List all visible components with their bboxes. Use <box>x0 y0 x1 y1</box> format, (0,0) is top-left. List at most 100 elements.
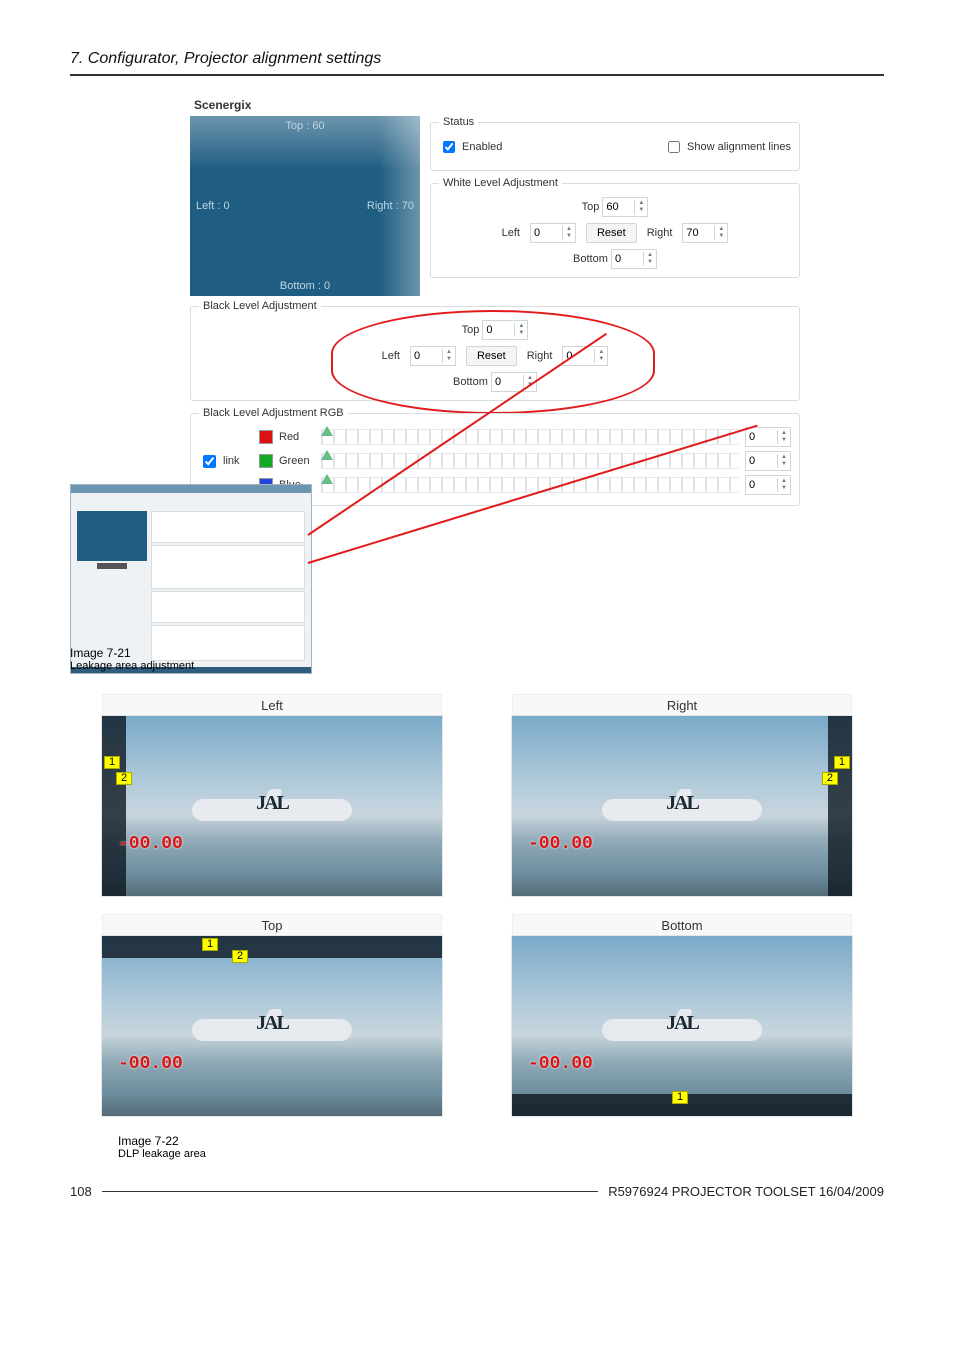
spinner-updown-icon[interactable]: ▲▼ <box>442 349 455 363</box>
black-left-label: Left <box>382 350 400 362</box>
figure-7-21-text: Leakage area adjustment <box>70 660 194 672</box>
blue-value-spinner[interactable]: ▲▼ <box>745 475 791 495</box>
spinner-updown-icon[interactable]: ▲▼ <box>643 252 656 266</box>
leakage-right-image: 1 2 JAL -00.00 <box>512 716 852 896</box>
black-level-rgb-legend: Black Level Adjustment RGB <box>199 407 348 419</box>
leakage-bottom-title: Bottom <box>512 914 852 936</box>
white-top-spinner[interactable]: ▲▼ <box>602 197 648 217</box>
black-top-label: Top <box>462 324 480 336</box>
link-checkbox-label: link <box>223 455 240 467</box>
figure-7-21: Scenergix Top : 60 Left : 0 Right : 70 B… <box>70 94 884 674</box>
marker-1: 1 <box>672 1091 688 1104</box>
blue-value-input[interactable] <box>746 477 777 493</box>
enabled-checkbox[interactable]: Enabled <box>439 138 502 156</box>
green-value-spinner[interactable]: ▲▼ <box>745 451 791 471</box>
marker-1: 1 <box>104 756 120 769</box>
marker-1: 1 <box>834 756 850 769</box>
white-bottom-input[interactable] <box>612 251 643 267</box>
logo-text: JAL <box>666 1012 698 1035</box>
link-checkbox[interactable]: link <box>199 452 253 471</box>
red-value-input[interactable] <box>746 429 777 445</box>
spinner-updown-icon[interactable]: ▲▼ <box>777 430 790 444</box>
leakage-top-image: 1 2 JAL -00.00 <box>102 936 442 1116</box>
black-bottom-spinner[interactable]: ▲▼ <box>491 372 537 392</box>
logo-text: JAL <box>666 792 698 815</box>
spinner-updown-icon[interactable]: ▲▼ <box>562 226 575 240</box>
time-text: -00.00 <box>528 834 593 854</box>
white-right-spinner[interactable]: ▲▼ <box>682 223 728 243</box>
red-label: Red <box>279 431 315 443</box>
white-top-input[interactable] <box>603 199 634 215</box>
green-value-input[interactable] <box>746 453 777 469</box>
status-fieldset: Status Enabled Show alignment lines <box>430 116 800 171</box>
scenergix-panel: Scenergix Top : 60 Left : 0 Right : 70 B… <box>190 94 800 512</box>
black-bottom-input[interactable] <box>492 374 523 390</box>
white-left-spinner[interactable]: ▲▼ <box>530 223 576 243</box>
scenergix-title: Scenergix <box>190 94 800 116</box>
white-top-label: Top <box>582 201 600 213</box>
white-level-legend: White Level Adjustment <box>439 177 562 189</box>
leakage-bottom-cell: Bottom 1 JAL -00.00 <box>512 914 852 1116</box>
black-left-spinner[interactable]: ▲▼ <box>410 346 456 366</box>
time-text: -00.00 <box>118 1054 183 1074</box>
scenergix-preview: Top : 60 Left : 0 Right : 70 Bottom : 0 <box>190 116 420 296</box>
white-left-label: Left <box>502 227 520 239</box>
mini-monitor-icon <box>77 511 147 561</box>
leakage-left-cell: Left 1 2 JAL -00.00 <box>102 694 442 896</box>
white-bottom-label: Bottom <box>573 253 608 265</box>
figure-7-22: Left 1 2 JAL -00.00 Right 1 2 JAL <box>70 694 884 1116</box>
leakage-bottom-image: 1 JAL -00.00 <box>512 936 852 1116</box>
spinner-updown-icon[interactable]: ▲▼ <box>777 454 790 468</box>
leakage-top-cell: Top 1 2 JAL -00.00 <box>102 914 442 1116</box>
red-value-spinner[interactable]: ▲▼ <box>745 427 791 447</box>
marker-2: 2 <box>822 772 838 785</box>
show-lines-checkbox[interactable]: Show alignment lines <box>664 138 791 156</box>
preview-top-label: Top : 60 <box>285 120 324 132</box>
green-label: Green <box>279 455 315 467</box>
figure-7-21-caption: Image 7-21 Leakage area adjustment <box>70 646 194 672</box>
spinner-updown-icon[interactable]: ▲▼ <box>594 349 607 363</box>
logo-text: JAL <box>256 792 288 815</box>
doc-id: R5976924 PROJECTOR TOOLSET 16/04/2009 <box>608 1184 884 1199</box>
spinner-updown-icon[interactable]: ▲▼ <box>514 323 527 337</box>
figure-7-22-id: Image 7-22 <box>118 1134 884 1148</box>
leakage-right-cell: Right 1 2 JAL -00.00 <box>512 694 852 896</box>
white-right-input[interactable] <box>683 225 714 241</box>
black-right-label: Right <box>527 350 553 362</box>
black-top-input[interactable] <box>483 322 514 338</box>
link-checkbox-input[interactable] <box>203 455 216 468</box>
page-section-header: 7. Configurator, Projector alignment set… <box>70 50 884 76</box>
white-level-fieldset: White Level Adjustment Top ▲▼ Left <box>430 177 800 278</box>
spinner-updown-icon[interactable]: ▲▼ <box>714 226 727 240</box>
show-lines-checkbox-input[interactable] <box>668 141 680 153</box>
white-reset-button[interactable]: Reset <box>586 223 637 243</box>
white-right-label: Right <box>647 227 673 239</box>
logo-text: JAL <box>256 1012 288 1035</box>
spinner-updown-icon[interactable]: ▲▼ <box>777 478 790 492</box>
time-text: -00.00 <box>528 1054 593 1074</box>
spinner-updown-icon[interactable]: ▲▼ <box>634 200 647 214</box>
marker-1: 1 <box>202 938 218 951</box>
red-slider[interactable] <box>321 429 739 445</box>
black-level-fieldset: Black Level Adjustment Top ▲▼ Left ▲▼ Re… <box>190 300 800 401</box>
marker-2: 2 <box>116 772 132 785</box>
black-left-input[interactable] <box>411 348 442 364</box>
time-text: -00.00 <box>118 834 183 854</box>
show-lines-checkbox-label: Show alignment lines <box>687 141 791 153</box>
preview-right-label: Right : 70 <box>367 200 414 212</box>
leakage-left-image: 1 2 JAL -00.00 <box>102 716 442 896</box>
white-bottom-spinner[interactable]: ▲▼ <box>611 249 657 269</box>
page-footer: 108 R5976924 PROJECTOR TOOLSET 16/04/200… <box>70 1184 884 1199</box>
leakage-top-title: Top <box>102 914 442 936</box>
white-left-input[interactable] <box>531 225 562 241</box>
green-slider[interactable] <box>321 453 739 469</box>
enabled-checkbox-input[interactable] <box>443 141 455 153</box>
black-bottom-label: Bottom <box>453 376 488 388</box>
leakage-right-title: Right <box>512 694 852 716</box>
black-reset-button[interactable]: Reset <box>466 346 517 366</box>
status-legend: Status <box>439 116 478 128</box>
preview-left-label: Left : 0 <box>196 200 230 212</box>
black-level-legend: Black Level Adjustment <box>199 300 321 312</box>
mini-ctrl-2 <box>151 545 305 589</box>
black-top-spinner[interactable]: ▲▼ <box>482 320 528 340</box>
